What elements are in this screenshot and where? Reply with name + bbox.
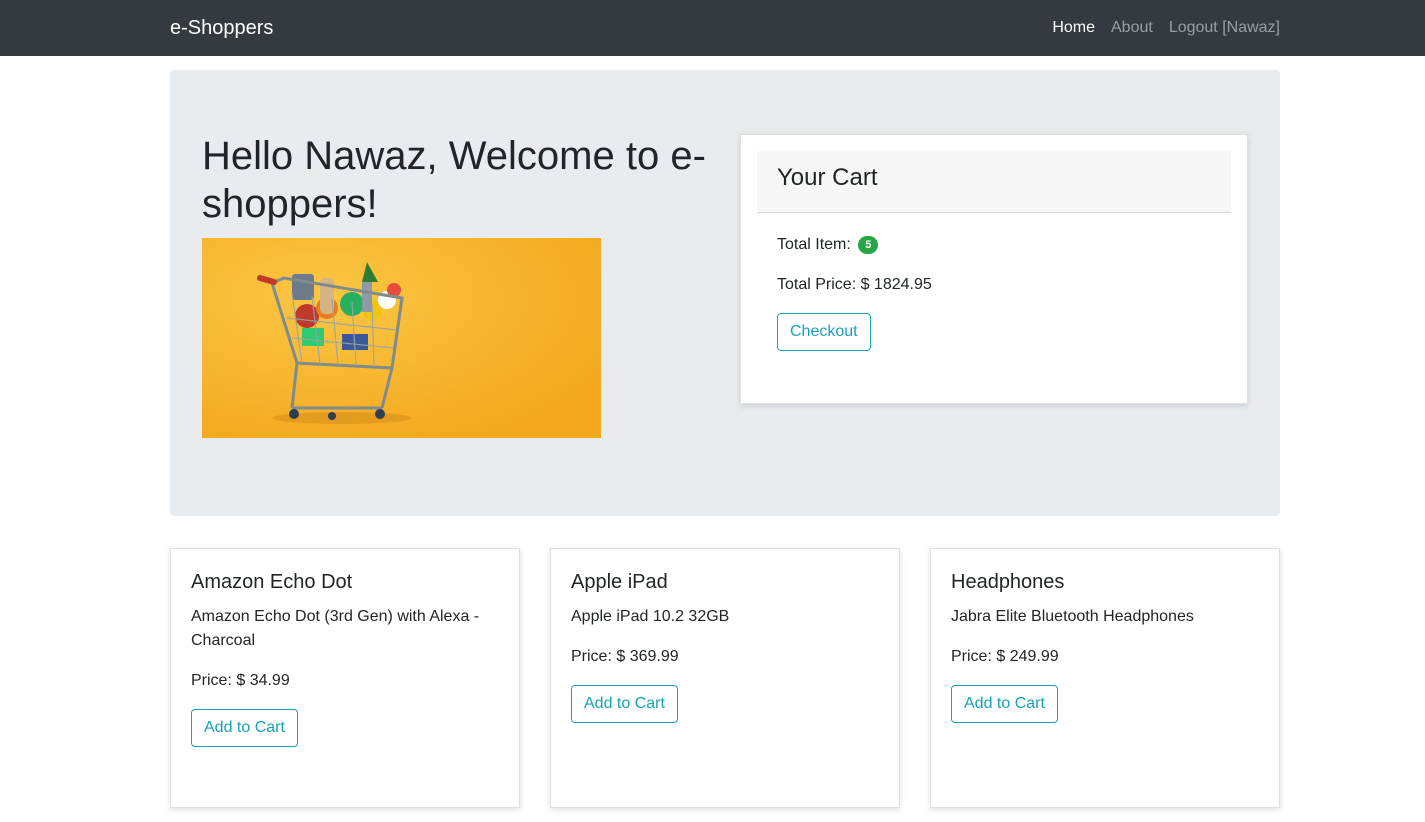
product-price: Price: $ 34.99 xyxy=(191,672,290,689)
nav-logout-link[interactable]: Logout [Nawaz] xyxy=(1169,18,1280,38)
shopping-cart-illustration xyxy=(202,238,601,438)
nav-links: Home About Logout [Nawaz] xyxy=(1052,18,1280,38)
add-to-cart-button[interactable]: Add to Cart xyxy=(951,685,1058,723)
navbar: e-Shoppers Home About Logout [Nawaz] xyxy=(0,0,1425,56)
add-to-cart-button[interactable]: Add to Cart xyxy=(191,709,298,747)
jumbotron: Hello Nawaz, Welcome to e-shoppers! Your… xyxy=(170,70,1280,516)
product-description: Amazon Echo Dot (3rd Gen) with Alexa - C… xyxy=(191,608,480,649)
add-to-cart-button[interactable]: Add to Cart xyxy=(571,685,678,723)
product-card: Apple iPad Apple iPad 10.2 32GB Price: $… xyxy=(550,548,900,808)
item-count-badge: 5 xyxy=(858,236,879,254)
total-price-line: Total Price: $ 1824.95 xyxy=(777,276,932,293)
welcome-heading: Hello Nawaz, Welcome to e-shoppers! xyxy=(202,134,706,226)
brand-link[interactable]: e-Shoppers xyxy=(170,15,273,41)
shopping-cart-image xyxy=(202,238,601,438)
product-price: Price: $ 249.99 xyxy=(951,648,1059,665)
product-description: Jabra Elite Bluetooth Headphones xyxy=(951,608,1194,625)
product-card: Amazon Echo Dot Amazon Echo Dot (3rd Gen… xyxy=(170,548,520,808)
nav-home-link[interactable]: Home xyxy=(1052,18,1095,38)
product-title: Headphones xyxy=(951,571,1065,593)
product-title: Amazon Echo Dot xyxy=(191,571,353,593)
nav-about-link[interactable]: About xyxy=(1111,18,1153,38)
cart-header: Your Cart xyxy=(757,151,1231,213)
product-price: Price: $ 369.99 xyxy=(571,648,679,665)
total-item-line: Total Item: 5 xyxy=(777,235,879,255)
cart-title: Your Cart xyxy=(777,164,878,191)
total-item-label: Total Item: xyxy=(777,236,851,253)
product-card: Headphones Jabra Elite Bluetooth Headpho… xyxy=(930,548,1280,808)
cart-card: Your Cart Total Item: 5 Total Price: $ 1… xyxy=(740,134,1248,404)
checkout-button[interactable]: Checkout xyxy=(777,313,871,351)
product-title: Apple iPad xyxy=(571,571,668,593)
product-description: Apple iPad 10.2 32GB xyxy=(571,608,730,625)
